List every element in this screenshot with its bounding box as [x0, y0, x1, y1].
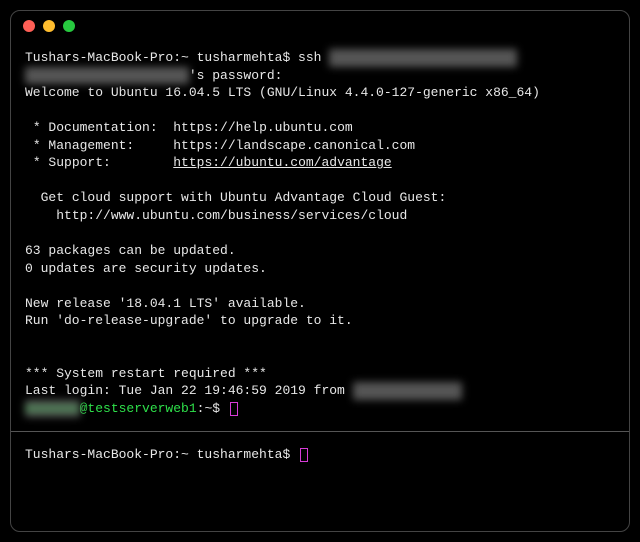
redacted-user: xxxxxxxxxxxxxxxxxxxxx	[25, 67, 189, 85]
cursor-icon	[230, 402, 238, 416]
close-icon[interactable]	[23, 20, 35, 32]
last-login-line: Last login: Tue Jan 22 19:46:59 2019 fro…	[25, 382, 615, 400]
packages-line-2: 0 updates are security updates.	[25, 260, 615, 278]
release-line-1: New release '18.04.1 LTS' available.	[25, 295, 615, 313]
cloud-line-2: http://www.ubuntu.com/business/services/…	[25, 207, 615, 225]
local-prompt-bottom: Tushars-MacBook-Pro:~ tusharmehta$	[25, 447, 298, 462]
mgmt-line: * Management: https://landscape.canonica…	[25, 137, 615, 155]
support-label: * Support:	[25, 155, 173, 170]
title-bar	[11, 11, 629, 41]
doc-url: https://help.ubuntu.com	[173, 120, 352, 135]
bottom-prompt-line: Tushars-MacBook-Pro:~ tusharmehta$	[25, 446, 615, 464]
terminal-top-pane[interactable]: Tushars-MacBook-Pro:~ tusharmehta$ ssh x…	[25, 49, 615, 417]
packages-line-1: 63 packages can be updated.	[25, 242, 615, 260]
restart-line: *** System restart required ***	[25, 365, 615, 383]
remote-prompt-line: xxxxxxx@testserverweb1:~$	[25, 400, 615, 418]
zoom-icon[interactable]	[63, 20, 75, 32]
password-line: xxxxxxxxxxxxxxxxxxxxx's password:	[25, 67, 615, 85]
support-url: https://ubuntu.com/advantage	[173, 155, 391, 170]
redacted-ip: xxxxxxxxxxxxxx	[353, 382, 462, 400]
terminal-bottom-pane[interactable]: Tushars-MacBook-Pro:~ tusharmehta$	[25, 446, 615, 516]
release-line-2: Run 'do-release-upgrade' to upgrade to i…	[25, 312, 615, 330]
mgmt-label: * Management:	[25, 138, 173, 153]
doc-line: * Documentation: https://help.ubuntu.com	[25, 119, 615, 137]
cursor-icon	[300, 448, 308, 462]
mgmt-url: https://landscape.canonical.com	[173, 138, 415, 153]
password-label: 's password:	[189, 68, 283, 83]
terminal-window: Tushars-MacBook-Pro:~ tusharmehta$ ssh x…	[10, 10, 630, 532]
pane-divider[interactable]	[11, 431, 629, 432]
minimize-icon[interactable]	[43, 20, 55, 32]
local-prompt: Tushars-MacBook-Pro:~ tusharmehta$	[25, 50, 298, 65]
last-login-prefix: Last login: Tue Jan 22 19:46:59 2019 fro…	[25, 383, 353, 398]
prompt-line: Tushars-MacBook-Pro:~ tusharmehta$ ssh x…	[25, 49, 615, 67]
welcome-line: Welcome to Ubuntu 16.04.5 LTS (GNU/Linux…	[25, 84, 615, 102]
cloud-line-1: Get cloud support with Ubuntu Advantage …	[25, 189, 615, 207]
redacted-host: xxxxxxxxxxxxxxxxxxxxxxxx	[329, 49, 516, 67]
terminal-body[interactable]: Tushars-MacBook-Pro:~ tusharmehta$ ssh x…	[11, 41, 629, 531]
redacted-remote-user: xxxxxxx	[25, 400, 80, 418]
remote-host: @testserverweb1	[80, 401, 197, 416]
support-line: * Support: https://ubuntu.com/advantage	[25, 154, 615, 172]
remote-prompt-suffix: :~$	[197, 401, 228, 416]
doc-label: * Documentation:	[25, 120, 173, 135]
ssh-command: ssh	[298, 50, 329, 65]
